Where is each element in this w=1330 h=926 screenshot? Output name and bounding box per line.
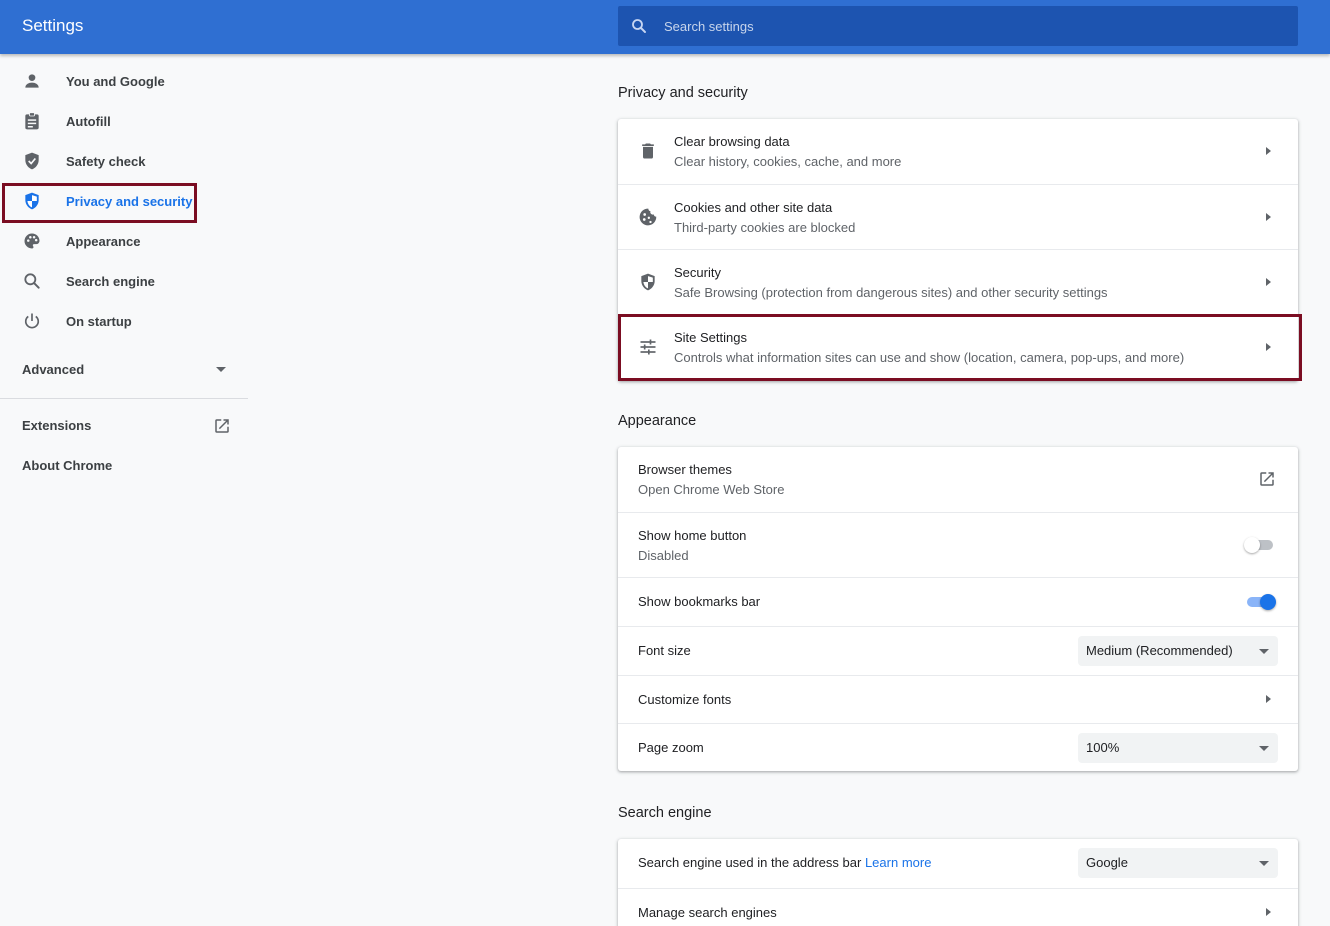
extensions-label: Extensions: [22, 418, 92, 433]
cookies-row[interactable]: Cookies and other site data Third-party …: [618, 184, 1298, 249]
sidebar-divider: [0, 398, 248, 399]
sidebar-item-label: Privacy and security: [66, 193, 193, 209]
sidebar-item-privacy-and-security[interactable]: Privacy and security: [0, 181, 248, 221]
search-bar[interactable]: [618, 6, 1298, 46]
page-zoom-row: Page zoom 100%: [618, 723, 1298, 771]
row-subtitle: Third-party cookies are blocked: [674, 220, 856, 235]
top-header: Settings: [0, 0, 1330, 54]
chevron-right-icon: [1266, 147, 1271, 155]
security-row[interactable]: Security Safe Browsing (protection from …: [618, 249, 1298, 314]
sidebar-item-label: Appearance: [66, 233, 141, 249]
search-engine-row: Search engine used in the address bar Le…: [618, 839, 1298, 888]
sidebar-item-on-startup[interactable]: On startup: [0, 301, 248, 341]
shield-icon: [641, 273, 655, 291]
customize-fonts-row[interactable]: Customize fonts: [618, 675, 1298, 723]
row-title: Security: [674, 265, 721, 280]
manage-search-engines-row[interactable]: Manage search engines: [618, 888, 1298, 926]
cookie-icon: [639, 208, 657, 226]
show-bookmarks-bar-row[interactable]: Show bookmarks bar: [618, 577, 1298, 626]
row-title: Clear browsing data: [674, 134, 790, 149]
row-title: Search engine used in the address bar Le…: [638, 855, 931, 870]
privacy-card: Clear browsing data Clear history, cooki…: [618, 119, 1298, 381]
open-in-new-icon[interactable]: [1258, 470, 1276, 488]
palette-icon: [24, 233, 40, 249]
clear-browsing-data-row[interactable]: Clear browsing data Clear history, cooki…: [618, 119, 1298, 184]
chevron-down-icon: [1259, 861, 1269, 866]
about-chrome-label: About Chrome: [22, 458, 113, 473]
chevron-down-icon: [1259, 746, 1269, 751]
appearance-card: Browser themes Open Chrome Web Store Sho…: [618, 447, 1298, 771]
row-title: Font size: [638, 643, 691, 658]
extensions-link[interactable]: Extensions: [0, 406, 248, 446]
browser-themes-row[interactable]: Browser themes Open Chrome Web Store: [618, 447, 1298, 512]
search-input[interactable]: [664, 6, 1284, 46]
sidebar: You and Google Autofill Safety check Pri…: [0, 54, 248, 926]
chevron-right-icon: [1266, 213, 1271, 221]
search-icon: [24, 273, 40, 289]
chevron-right-icon: [1266, 343, 1271, 351]
row-title: Manage search engines: [638, 905, 777, 920]
section-title-appearance: Appearance: [618, 413, 697, 429]
show-home-button-row[interactable]: Show home button Disabled: [618, 512, 1298, 577]
font-size-row: Font size Medium (Recommended): [618, 626, 1298, 675]
row-title: Show home button: [638, 528, 747, 543]
bookmarks-bar-toggle[interactable]: [1244, 592, 1276, 612]
toggle-knob: [1244, 537, 1260, 553]
sidebar-item-safety-check[interactable]: Safety check: [0, 141, 248, 181]
select-value: Medium (Recommended): [1086, 643, 1233, 658]
search-engine-label: Search engine used in the address bar: [638, 855, 862, 870]
row-title: Site Settings: [674, 330, 747, 345]
row-subtitle: Open Chrome Web Store: [638, 482, 785, 497]
row-title: Page zoom: [638, 740, 704, 755]
power-icon: [24, 313, 40, 329]
sidebar-item-label: Search engine: [66, 273, 155, 289]
section-title-privacy: Privacy and security: [618, 85, 748, 101]
row-subtitle: Disabled: [638, 548, 689, 563]
sidebar-item-you-and-google[interactable]: You and Google: [0, 61, 248, 101]
section-title-search-engine: Search engine: [618, 805, 712, 821]
row-title: Customize fonts: [638, 692, 732, 707]
toggle-knob: [1260, 594, 1276, 610]
open-in-new-icon: [215, 419, 229, 433]
row-title: Browser themes: [638, 462, 732, 477]
page-title: Settings: [22, 16, 84, 35]
sidebar-item-label: Autofill: [66, 113, 111, 129]
select-value: 100%: [1086, 740, 1120, 755]
search-icon: [632, 19, 646, 33]
chevron-right-icon: [1266, 695, 1271, 703]
font-size-select[interactable]: Medium (Recommended): [1078, 636, 1278, 666]
row-title: Show bookmarks bar: [638, 594, 761, 609]
about-chrome-link[interactable]: About Chrome: [0, 446, 248, 486]
sidebar-item-label: On startup: [66, 313, 132, 329]
chevron-down-icon: [216, 367, 226, 372]
page-zoom-select[interactable]: 100%: [1078, 733, 1278, 763]
sidebar-item-label: Safety check: [66, 153, 146, 169]
learn-more-link[interactable]: Learn more: [865, 855, 931, 870]
search-engine-select[interactable]: Google: [1078, 848, 1278, 878]
select-value: Google: [1086, 855, 1128, 870]
row-title: Cookies and other site data: [674, 200, 833, 215]
trash-icon: [642, 143, 654, 159]
shield-icon: [25, 192, 39, 210]
tune-icon: [640, 339, 656, 355]
sidebar-item-appearance[interactable]: Appearance: [0, 221, 248, 261]
chevron-right-icon: [1266, 278, 1271, 286]
home-button-toggle[interactable]: [1244, 535, 1276, 555]
advanced-toggle[interactable]: Advanced: [0, 350, 248, 390]
chevron-down-icon: [1259, 649, 1269, 654]
row-subtitle: Controls what information sites can use …: [674, 350, 1185, 365]
search-engine-card: Search engine used in the address bar Le…: [618, 839, 1298, 926]
advanced-label: Advanced: [22, 362, 85, 377]
sidebar-item-label: You and Google: [66, 73, 165, 89]
person-icon: [25, 74, 39, 88]
chevron-right-icon: [1266, 908, 1271, 916]
site-settings-row[interactable]: Site Settings Controls what information …: [618, 314, 1298, 381]
sidebar-item-autofill[interactable]: Autofill: [0, 101, 248, 141]
clipboard-icon: [25, 112, 39, 130]
shield-check-icon: [25, 152, 39, 170]
sidebar-item-search-engine[interactable]: Search engine: [0, 261, 248, 301]
row-subtitle: Clear history, cookies, cache, and more: [674, 154, 902, 169]
row-subtitle: Safe Browsing (protection from dangerous…: [674, 285, 1108, 300]
